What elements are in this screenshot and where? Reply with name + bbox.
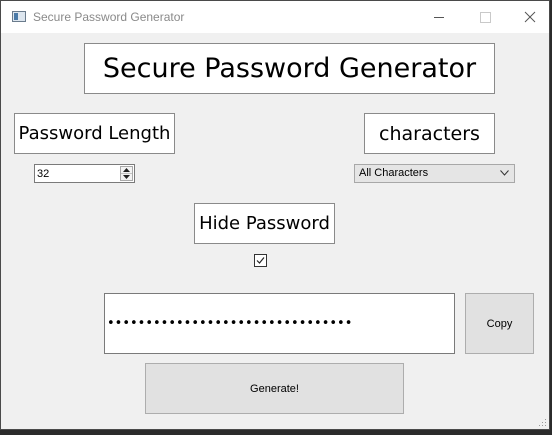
password-length-spinbox[interactable] [34, 164, 135, 183]
password-length-label: Password Length [14, 113, 175, 154]
password-input[interactable] [107, 294, 447, 353]
maximize-button[interactable] [461, 1, 507, 33]
close-button[interactable] [507, 1, 552, 33]
minimize-button[interactable] [415, 1, 461, 33]
password-output-field[interactable] [104, 293, 455, 354]
title-bar[interactable]: Secure Password Generator [1, 1, 549, 33]
spin-up-icon [123, 167, 130, 172]
app-window-icon [12, 11, 26, 22]
characters-label: characters [364, 113, 495, 154]
characters-selected-value: All Characters [359, 167, 429, 179]
chevron-down-icon [500, 170, 509, 176]
close-icon [524, 11, 536, 23]
maximize-icon [480, 12, 491, 23]
spin-down-icon [123, 174, 130, 179]
app-window: Secure Password Generator Secure Passwor… [0, 0, 550, 430]
checkmark-icon [256, 257, 265, 264]
hide-password-label: Hide Password [194, 203, 335, 244]
spinbox-buttons [120, 166, 133, 181]
password-length-input[interactable] [35, 165, 119, 182]
spin-down-button[interactable] [121, 174, 132, 181]
page-title: Secure Password Generator [84, 43, 495, 94]
copy-button[interactable]: Copy [465, 293, 534, 354]
generate-button[interactable]: Generate! [145, 363, 404, 414]
window-title: Secure Password Generator [33, 10, 185, 24]
resize-grip-icon[interactable] [539, 419, 547, 427]
minimize-icon [434, 17, 444, 18]
characters-dropdown[interactable]: All Characters [354, 164, 515, 183]
hide-password-checkbox[interactable] [254, 254, 267, 267]
